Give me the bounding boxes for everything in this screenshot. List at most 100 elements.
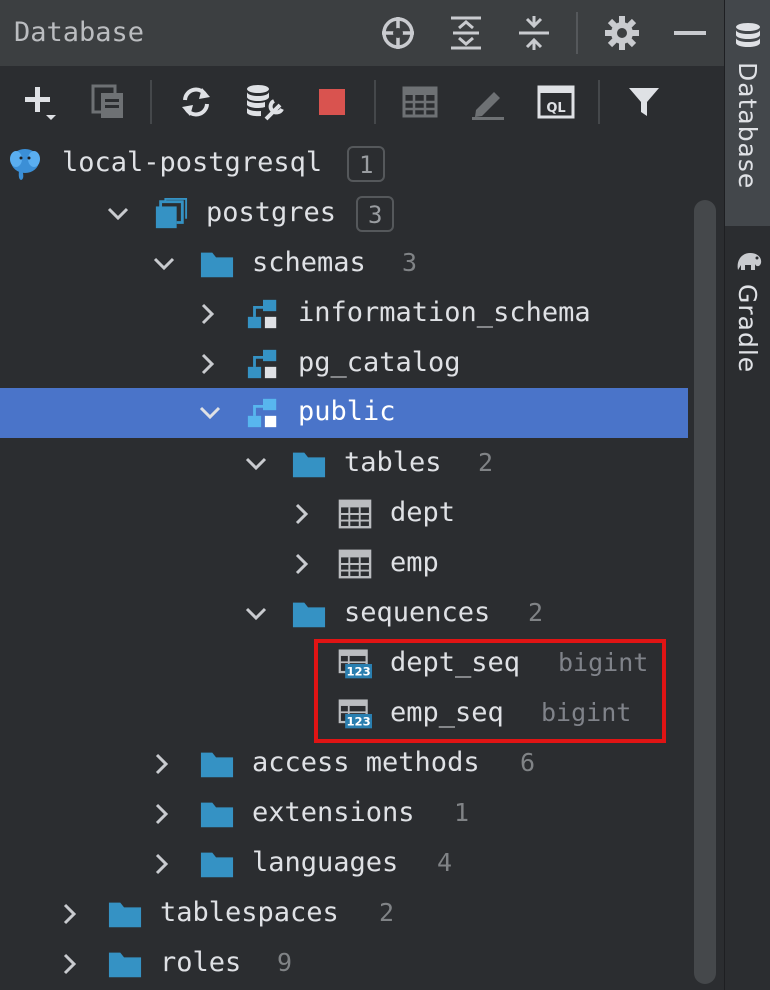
chevron-right-icon[interactable]: [290, 502, 314, 526]
tree-row-tables[interactable]: tables 2: [0, 439, 688, 489]
tree-row-tablespaces[interactable]: tablespaces 2: [0, 889, 688, 939]
tree-label: tables: [344, 447, 442, 478]
table-icon: [338, 548, 372, 580]
collapse-all-icon[interactable]: [514, 13, 554, 53]
refresh-icon[interactable]: [176, 82, 216, 122]
folder-icon: [200, 748, 234, 780]
tree-row-information-schema[interactable]: information_schema: [0, 289, 688, 339]
tree-row-schemas[interactable]: schemas 3: [0, 239, 688, 289]
tree-row-extensions[interactable]: extensions 1: [0, 789, 688, 839]
chevron-down-icon[interactable]: [198, 401, 222, 425]
database-toolbar: QL: [0, 66, 724, 138]
chevron-down-icon[interactable]: [152, 252, 176, 276]
folder-icon: [200, 848, 234, 880]
folder-icon: [292, 448, 326, 480]
folder-icon: [200, 798, 234, 830]
tree-label: languages: [252, 847, 399, 878]
toolbar-separator: [374, 80, 376, 124]
count-label: 3: [402, 248, 418, 277]
folder-icon: [200, 248, 234, 280]
folder-icon: [108, 948, 142, 980]
chevron-down-icon[interactable]: [244, 602, 268, 626]
database-tool-button[interactable]: Database: [725, 0, 770, 226]
crosshair-icon[interactable]: [378, 13, 418, 53]
tree-row-connection[interactable]: local-postgresql 1: [0, 139, 688, 189]
svg-text:QL: QL: [546, 101, 565, 116]
header-separator: [576, 12, 578, 54]
gear-icon[interactable]: [602, 13, 642, 53]
chevron-right-icon[interactable]: [196, 352, 220, 376]
query-console-icon[interactable]: QL: [536, 82, 576, 122]
database-stack-icon: [734, 22, 762, 56]
tree-row-roles[interactable]: roles 9: [0, 939, 688, 989]
tool-window-title: Database: [14, 17, 145, 48]
tree-row-languages[interactable]: languages 4: [0, 839, 688, 889]
database-icon: [154, 197, 188, 230]
tree-label: postgres: [206, 197, 337, 228]
table-editor-icon[interactable]: [400, 82, 440, 122]
count-badge: 3: [356, 196, 395, 232]
chevron-right-icon[interactable]: [58, 902, 82, 926]
tree-label: schemas: [252, 247, 366, 278]
tree-row-database[interactable]: postgres 3: [0, 189, 688, 239]
chevron-down-icon[interactable]: [106, 202, 130, 226]
tree-label: information_schema: [298, 297, 591, 328]
toolbar-separator: [150, 80, 152, 124]
stop-icon[interactable]: [312, 82, 352, 122]
filter-icon[interactable]: [624, 82, 664, 122]
folder-icon: [108, 898, 142, 930]
tree-label: public: [298, 396, 396, 427]
tree-label: sequences: [344, 597, 491, 628]
chevron-right-icon[interactable]: [290, 552, 314, 576]
count-badge: 1: [347, 146, 386, 182]
count-label: 6: [520, 748, 536, 777]
gradle-tab-label: Gradle: [733, 284, 762, 374]
chevron-right-icon[interactable]: [150, 752, 174, 776]
chevron-down-icon[interactable]: [244, 452, 268, 476]
count-label: 2: [528, 598, 544, 627]
tree-label: emp: [390, 547, 439, 578]
gradle-tool-button[interactable]: Gradle: [725, 240, 770, 400]
table-icon: [338, 498, 372, 530]
tree-row-sequences[interactable]: sequences 2: [0, 589, 688, 639]
chevron-right-icon[interactable]: [150, 802, 174, 826]
count-label: 4: [437, 848, 453, 877]
tree-label: pg_catalog: [298, 347, 461, 378]
database-tool-window: Database QL local-postgresql 1 postgres …: [0, 0, 724, 990]
postgresql-elephant-icon: [8, 148, 42, 180]
tree-label: tablespaces: [160, 897, 339, 928]
folder-icon: [292, 598, 326, 630]
schema-icon: [246, 397, 280, 429]
count-label: 9: [277, 948, 293, 977]
vertical-scrollbar[interactable]: [694, 200, 716, 984]
tree-row-access-methods[interactable]: access methods 6: [0, 739, 688, 789]
edit-icon[interactable]: [468, 82, 508, 122]
tree-label: access methods: [252, 747, 480, 778]
minimize-icon[interactable]: [670, 13, 710, 53]
count-label: 1: [454, 798, 470, 827]
tree-label: roles: [160, 947, 242, 978]
tree-label: local-postgresql: [62, 147, 323, 178]
count-label: 2: [478, 448, 494, 477]
add-icon[interactable]: [20, 82, 60, 122]
toolbar-separator: [598, 80, 600, 124]
chevron-right-icon[interactable]: [58, 952, 82, 976]
tree-label: extensions: [252, 797, 415, 828]
expand-all-icon[interactable]: [446, 13, 486, 53]
tree-row-pg-catalog[interactable]: pg_catalog: [0, 339, 688, 389]
tree-row-public[interactable]: public: [0, 388, 688, 438]
count-label: 2: [379, 898, 395, 927]
chevron-right-icon[interactable]: [196, 302, 220, 326]
tree-label: dept: [390, 497, 456, 528]
database-tab-label: Database: [733, 62, 762, 190]
right-tool-window-strip: Database Gradle: [724, 0, 770, 990]
schema-icon: [246, 348, 280, 380]
duplicate-icon[interactable]: [88, 82, 128, 122]
data-source-properties-icon[interactable]: [244, 82, 284, 122]
highlight-box: [314, 639, 666, 743]
tree-row-emp[interactable]: emp: [0, 539, 688, 589]
tool-window-header: Database: [0, 0, 724, 66]
tree-row-dept[interactable]: dept: [0, 489, 688, 539]
schema-icon: [246, 298, 280, 330]
chevron-right-icon[interactable]: [150, 852, 174, 876]
